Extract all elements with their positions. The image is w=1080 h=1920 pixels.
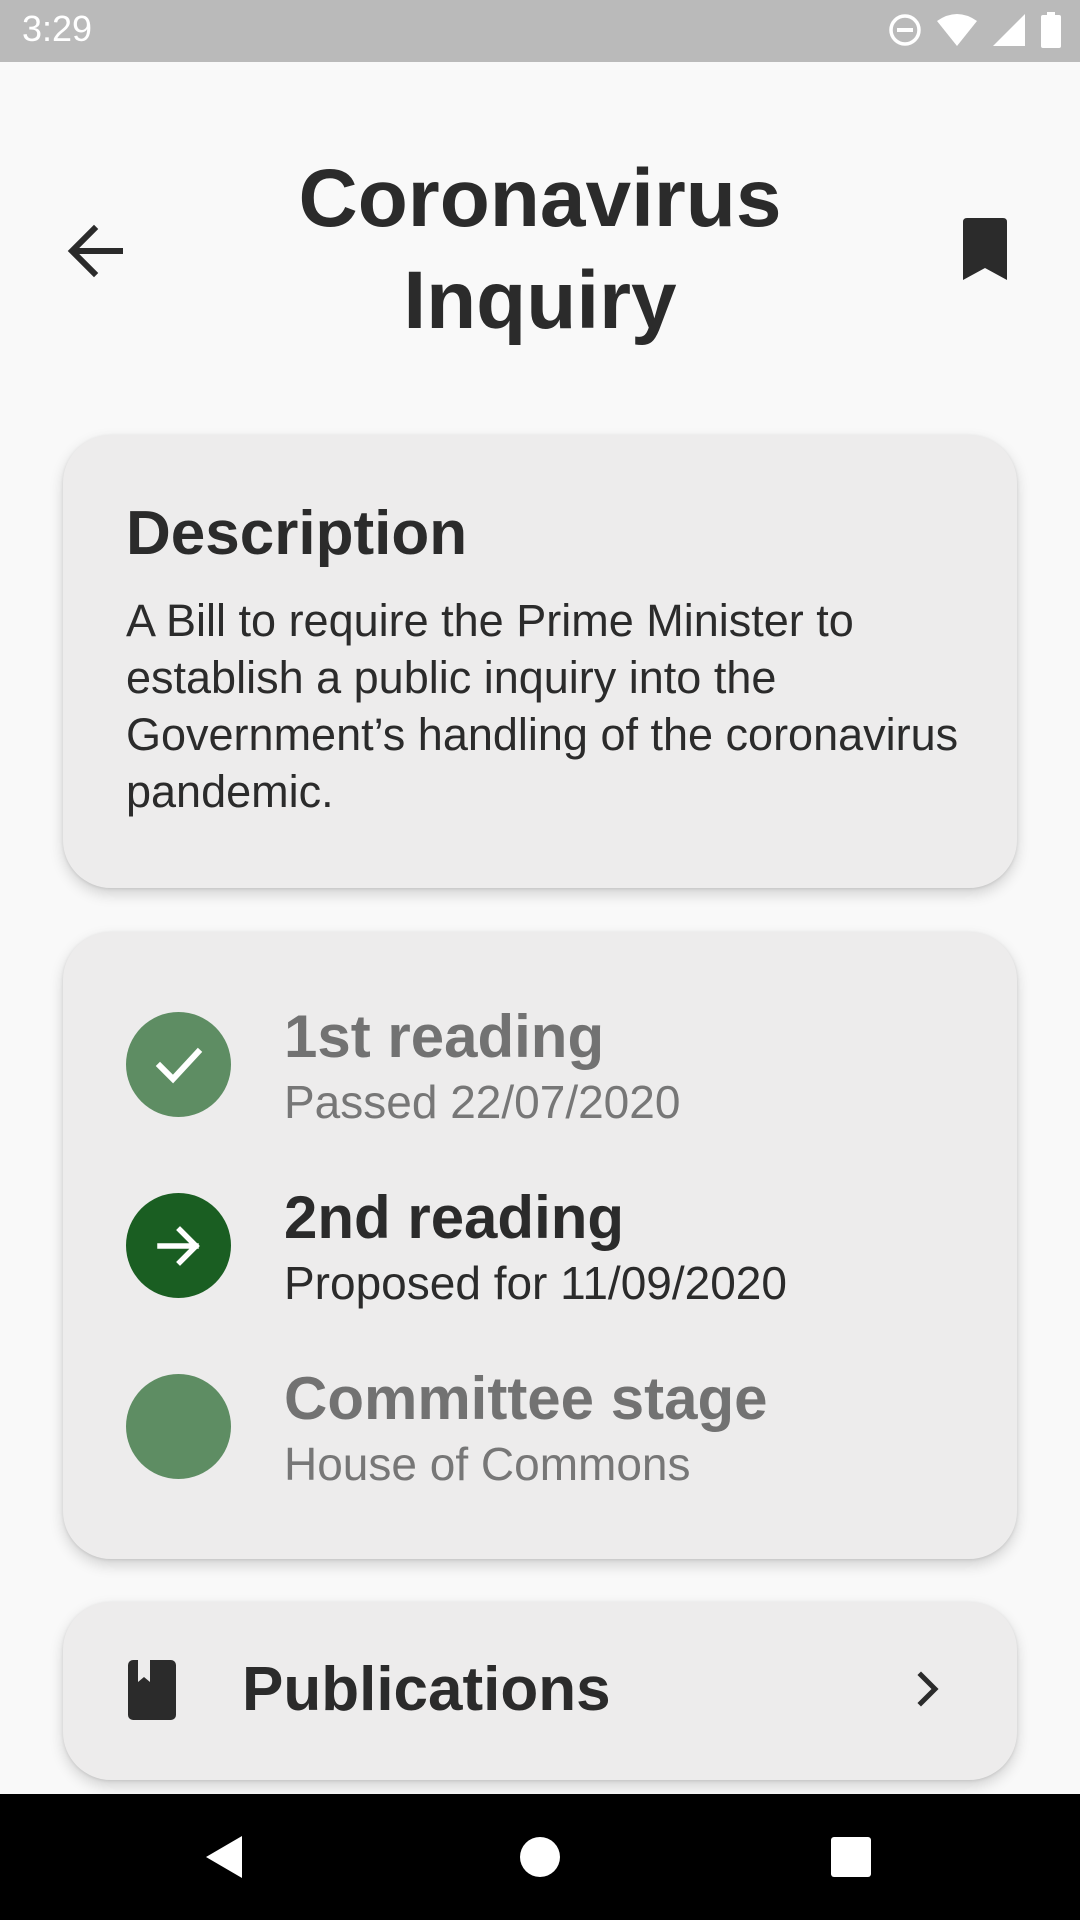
stage-item[interactable]: Committee stage House of Commons — [63, 1364, 1017, 1514]
status-bar: 3:29 — [0, 0, 1080, 62]
bookmark-icon — [963, 218, 1007, 280]
stage-subtitle: Proposed for 11/09/2020 — [284, 1257, 787, 1309]
stage-title: Committee stage — [284, 1365, 768, 1432]
stage-subtitle: House of Commons — [284, 1438, 691, 1490]
stage-current-indicator — [126, 1193, 231, 1298]
description-body: A Bill to require the Prime Minister to … — [126, 595, 959, 817]
system-nav-bar — [0, 1794, 1080, 1920]
stage-subtitle: Passed 22/07/2020 — [284, 1076, 681, 1128]
wifi-icon — [936, 13, 978, 52]
recents-square-icon — [831, 1837, 871, 1877]
stage-title: 2nd reading — [284, 1184, 625, 1251]
book-icon — [128, 1660, 176, 1720]
home-circle-icon — [520, 1837, 560, 1877]
chevron-right-icon — [903, 1664, 953, 1714]
stage-upcoming-indicator — [126, 1374, 231, 1479]
status-icons — [874, 11, 1062, 53]
back-button[interactable] — [60, 216, 130, 286]
arrow-back-icon — [67, 224, 123, 278]
stage-completed-indicator — [126, 1012, 231, 1117]
do-not-disturb-icon — [888, 13, 922, 52]
cellular-signal-icon — [992, 13, 1026, 52]
battery-icon — [1040, 11, 1062, 53]
arrow-forward-icon — [156, 1225, 200, 1266]
stage-item[interactable]: 1st reading Passed 22/07/2020 — [63, 1002, 1017, 1152]
publications-label: Publications — [242, 1655, 611, 1724]
nav-home-button[interactable] — [507, 1824, 573, 1890]
stage-item[interactable]: 2nd reading Proposed for 11/09/2020 — [63, 1183, 1017, 1333]
publications-button[interactable]: Publications — [63, 1602, 1017, 1780]
bookmark-button[interactable] — [955, 215, 1015, 285]
nav-back-button[interactable] — [192, 1824, 258, 1890]
page-title: Coronavirus Inquiry — [298, 153, 782, 346]
status-time: 3:29 — [22, 8, 93, 49]
nav-recents-button[interactable] — [818, 1824, 884, 1890]
back-triangle-icon — [206, 1836, 242, 1878]
stage-title: 1st reading — [284, 1003, 605, 1070]
description-card: Description A Bill to require the Prime … — [63, 435, 1017, 888]
check-icon — [155, 1047, 202, 1083]
stages-list: 1st reading Passed 22/07/2020 2nd readin… — [63, 932, 1017, 1559]
description-heading: Description — [126, 499, 468, 568]
